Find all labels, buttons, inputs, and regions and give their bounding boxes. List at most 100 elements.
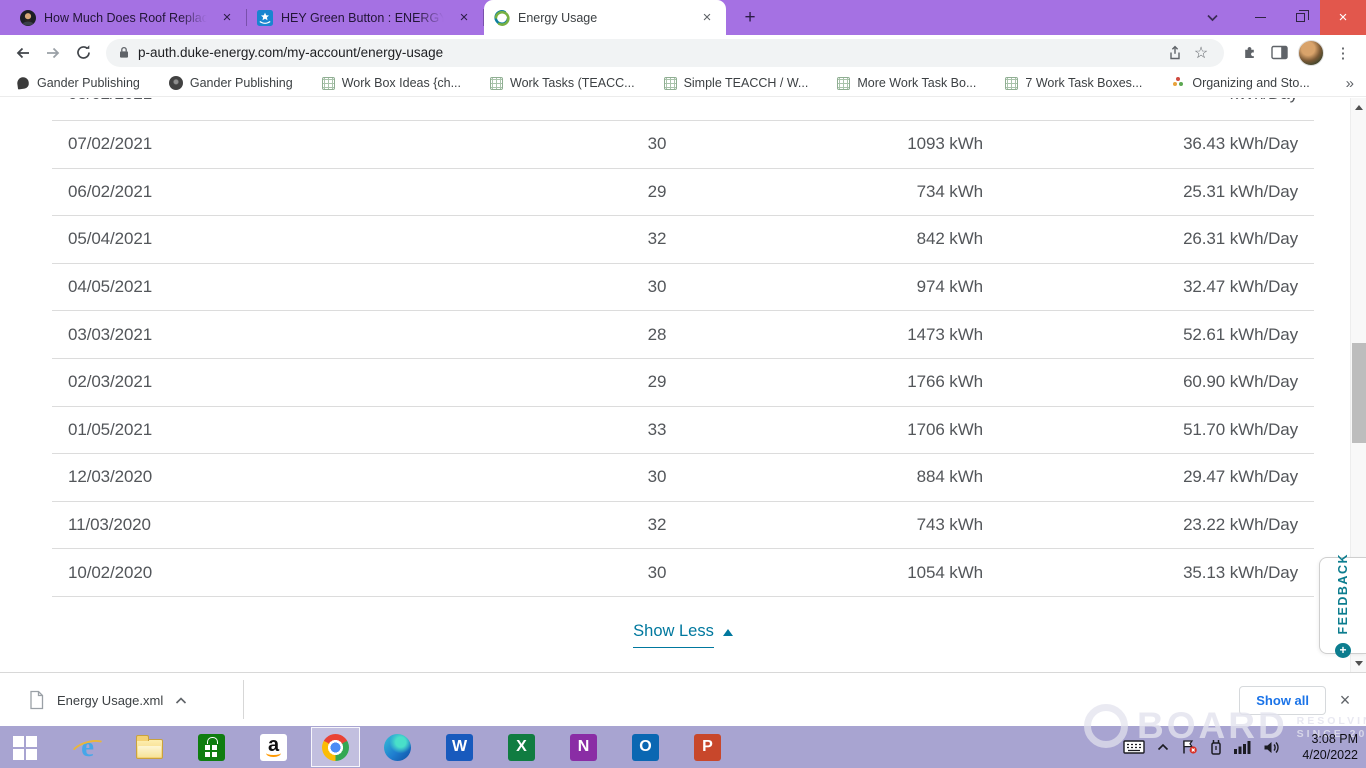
download-bar: Energy Usage.xml Show all × — [0, 672, 1366, 726]
bookmark-label: More Work Task Bo... — [857, 76, 976, 90]
restore-button[interactable] — [1280, 0, 1320, 35]
billing-date-cell: 05/04/2021 — [68, 229, 627, 249]
clipped-table-row: 08/02/2021 kWh/Day — [52, 98, 1314, 121]
scroll-up-arrow-icon[interactable] — [1351, 100, 1366, 114]
taskbar-app-onenote[interactable]: N — [560, 728, 607, 766]
bookmarks-overflow-chevron-icon[interactable]: » — [1346, 75, 1354, 92]
billing-days-cell: 30 — [627, 467, 687, 487]
scroll-down-arrow-icon[interactable] — [1351, 656, 1366, 670]
bookmark-item[interactable]: Work Box Ideas {ch... — [322, 76, 461, 90]
table-row: 10/02/2020 30 1054 kWh 35.13 kWh/Day — [52, 549, 1314, 597]
bookmark-label: Gander Publishing — [37, 76, 140, 90]
show-less-link[interactable]: Show Less — [633, 622, 733, 648]
bookmark-item[interactable]: Gander Publishing — [16, 76, 140, 90]
kwh-per-day-cell: 36.43 kWh/Day — [983, 134, 1298, 154]
profile-avatar[interactable] — [1298, 40, 1324, 66]
power-battery-icon[interactable] — [1210, 739, 1222, 755]
scrollbar-thumb[interactable] — [1352, 343, 1366, 443]
back-button[interactable] — [8, 38, 38, 68]
bookmark-item[interactable]: More Work Task Bo... — [837, 76, 976, 90]
taskbar-app-excel[interactable]: X — [498, 728, 545, 766]
forward-button[interactable] — [38, 38, 68, 68]
usage-kwh-cell: 743 kWh — [687, 515, 983, 535]
tab-search-chevron-icon[interactable] — [1192, 0, 1232, 35]
bookmark-favicon-icon — [322, 77, 335, 90]
billing-date-cell: 03/03/2021 — [68, 325, 627, 345]
share-icon[interactable] — [1162, 40, 1188, 66]
bookmark-label: Simple TEACCH / W... — [684, 76, 809, 90]
page-content: 08/02/2021 kWh/Day 07/02/2021 30 1093 kW… — [0, 98, 1366, 672]
new-tab-button[interactable]: + — [736, 4, 764, 32]
windows-taskbar: e a W X N O P — [0, 726, 1366, 768]
tab-close-icon[interactable]: × — [455, 9, 473, 27]
close-download-bar-icon[interactable]: × — [1332, 687, 1358, 713]
taskbar-app-ie[interactable]: e — [64, 728, 111, 766]
volume-icon[interactable] — [1263, 740, 1280, 755]
usage-kwh-cell: 1473 kWh — [687, 325, 983, 345]
taskbar-app-edge[interactable] — [374, 728, 421, 766]
bookmark-favicon-icon — [1005, 77, 1018, 90]
person-favicon-icon — [20, 10, 36, 26]
extensions-puzzle-icon[interactable] — [1234, 38, 1264, 68]
bookmark-item[interactable]: Organizing and Sto... — [1171, 76, 1309, 90]
taskbar-app-store[interactable] — [188, 728, 235, 766]
bookmark-favicon-icon — [17, 77, 30, 90]
bookmark-item[interactable]: Gander Publishing — [169, 76, 293, 90]
taskbar-app-start[interactable] — [2, 728, 49, 766]
billing-date-cell: 11/03/2020 — [68, 515, 627, 535]
taskbar-app-word[interactable]: W — [436, 728, 483, 766]
show-less-label: Show Less — [633, 622, 714, 648]
usage-kwh-cell: 884 kWh — [687, 467, 983, 487]
table-row: 12/03/2020 30 884 kWh 29.47 kWh/Day — [52, 454, 1314, 502]
show-all-downloads-button[interactable]: Show all — [1239, 686, 1326, 715]
reload-button[interactable] — [68, 38, 98, 68]
usage-kwh-cell: 1054 kWh — [687, 563, 983, 583]
clock-time: 3:08 PM — [1302, 731, 1358, 747]
browser-menu-icon[interactable]: ⋮ — [1328, 38, 1358, 68]
downloaded-file-chip[interactable]: Energy Usage.xml — [14, 681, 201, 719]
billing-days-cell: 30 — [627, 277, 687, 297]
minimize-button[interactable] — [1240, 0, 1280, 35]
kwh-per-day-cell: 52.61 kWh/Day — [983, 325, 1298, 345]
billing-days-cell: 29 — [627, 372, 687, 392]
tab-close-icon[interactable]: × — [218, 9, 236, 27]
lock-icon — [118, 46, 130, 59]
taskbar-app-powerpoint[interactable]: P — [684, 728, 731, 766]
billing-days-cell: 32 — [627, 515, 687, 535]
side-panel-icon[interactable] — [1264, 38, 1294, 68]
tab-close-icon[interactable]: × — [698, 9, 716, 27]
usage-kwh-cell: 842 kWh — [687, 229, 983, 249]
feedback-button[interactable]: FEEDBACK + — [1319, 557, 1366, 654]
tab-roof-replacement[interactable]: How Much Does Roof Replaceme × — [10, 0, 246, 35]
app-icon — [12, 734, 39, 761]
bookmark-star-icon[interactable]: ☆ — [1188, 40, 1214, 66]
billing-date-cell: 06/02/2021 — [68, 182, 627, 202]
energy-star-favicon-icon — [257, 10, 273, 26]
app-icon — [322, 734, 349, 761]
close-window-button[interactable]: × — [1320, 0, 1366, 35]
tab-title: HEY Green Button : ENERGY STA — [281, 11, 447, 25]
bookmark-item[interactable]: Work Tasks (TEACC... — [490, 76, 635, 90]
address-bar[interactable]: p-auth.duke-energy.com/my-account/energy… — [106, 39, 1224, 67]
taskbar-app-amazon[interactable]: a — [250, 728, 297, 766]
tab-green-button[interactable]: HEY Green Button : ENERGY STA × — [247, 0, 483, 35]
kwh-per-day-cell: 26.31 kWh/Day — [983, 229, 1298, 249]
touch-keyboard-icon[interactable] — [1123, 740, 1145, 754]
action-center-flag-icon[interactable] — [1181, 739, 1198, 755]
tab-energy-usage[interactable]: Energy Usage × — [484, 0, 726, 35]
kwh-per-day-cell: 51.70 kWh/Day — [983, 420, 1298, 440]
kwh-per-day-cell: 32.47 kWh/Day — [983, 277, 1298, 297]
tab-title: How Much Does Roof Replaceme — [44, 11, 210, 25]
bookmark-item[interactable]: Simple TEACCH / W... — [664, 76, 809, 90]
taskbar-app-explorer[interactable] — [126, 728, 173, 766]
tray-expand-chevron-icon[interactable] — [1157, 743, 1169, 751]
network-signal-icon[interactable] — [1234, 740, 1251, 754]
taskbar-app-chrome[interactable] — [312, 728, 359, 766]
chevron-up-icon[interactable] — [175, 697, 187, 704]
close-icon: × — [1339, 9, 1348, 26]
taskbar-clock[interactable]: 3:08 PM 4/20/2022 — [1302, 731, 1358, 763]
app-icon: W — [446, 734, 473, 761]
app-icon — [384, 734, 411, 761]
bookmark-item[interactable]: 7 Work Task Boxes... — [1005, 76, 1142, 90]
taskbar-app-outlook[interactable]: O — [622, 728, 669, 766]
